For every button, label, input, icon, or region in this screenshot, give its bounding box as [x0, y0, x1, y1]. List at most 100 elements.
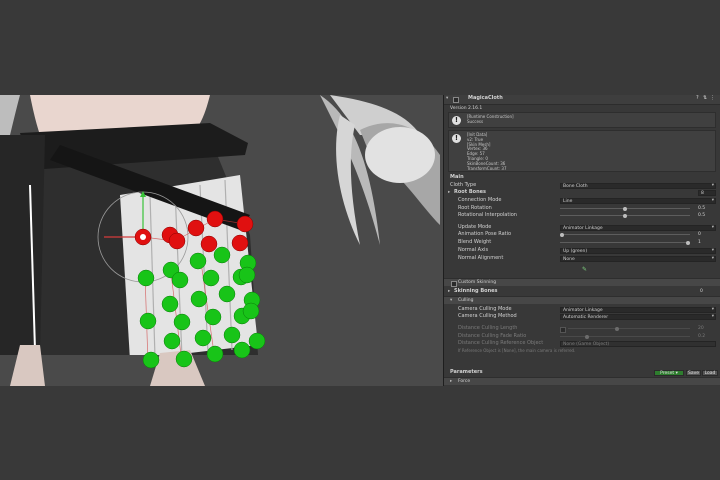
connection-mode-label: Connection Mode: [458, 197, 502, 203]
cloth-type-label: Cloth Type: [450, 182, 477, 188]
custom-skinning-checkbox[interactable]: [451, 280, 457, 287]
distance-culling-ref-label: Distance Culling Reference Object: [458, 340, 544, 346]
rotational-interpolation-row: Rotational Interpolation 0.5: [444, 212, 720, 219]
normal-axis-dropdown[interactable]: Up (green): [560, 247, 716, 254]
status-help-box: ! [Runtime Construction] Success: [448, 112, 716, 128]
normal-edit-row: ✎: [444, 266, 720, 273]
camera-culling-mode-label: Camera Culling Mode: [458, 306, 512, 312]
menu-icon[interactable]: ⋮: [710, 95, 715, 102]
normal-alignment-dropdown[interactable]: None: [560, 255, 716, 262]
edit-pencil-icon[interactable]: ✎: [582, 266, 587, 273]
status-lines: [Runtime Construction] Success: [467, 114, 514, 125]
hair-bow: [365, 127, 435, 183]
preset-button[interactable]: Preset ▾: [654, 369, 684, 376]
parameters-row: Parameters Preset ▾ Save Load: [444, 369, 720, 376]
blend-weight-value[interactable]: 1: [698, 239, 718, 246]
distance-culling-length-row: Distance Culling Length 20: [444, 325, 720, 333]
foldout-arrow-icon[interactable]: ▸: [448, 288, 450, 295]
connection-mode-dropdown[interactable]: Line: [560, 197, 716, 204]
blend-weight-row: Blend Weight 1: [444, 239, 720, 246]
culling-label: Culling: [458, 298, 474, 303]
foldout-arrow-icon[interactable]: ▸: [450, 378, 452, 385]
slider-knob[interactable]: [615, 326, 620, 331]
update-mode-row: Update Mode Animator Linkage: [444, 224, 720, 231]
animation-pose-ratio-label: Animation Pose Ratio: [458, 231, 512, 237]
root-bones-row[interactable]: ▸ Root Bones 8: [444, 189, 720, 196]
root-bones-count[interactable]: 8: [698, 189, 716, 196]
foldout-arrow-icon[interactable]: ▾: [446, 95, 448, 102]
slider-knob[interactable]: [623, 206, 627, 211]
preset-label: Preset: [660, 370, 675, 376]
distance-culling-checkbox[interactable]: [560, 326, 566, 333]
normal-axis-label: Normal Axis: [458, 247, 489, 253]
info-help-box: ! [Init Data] v2: True [Skin Mesh] Verte…: [448, 130, 716, 172]
selected-bone-center: [140, 234, 146, 240]
root-rotation-value[interactable]: 0.5: [698, 205, 718, 212]
foldout-arrow-icon[interactable]: ▾: [450, 297, 452, 304]
distance-culling-fade-slider[interactable]: [560, 333, 690, 340]
culling-note: If Reference Object is [None], the main …: [458, 348, 576, 353]
blend-weight-label: Blend Weight: [458, 239, 492, 245]
update-mode-label: Update Mode: [458, 224, 492, 230]
distance-culling-ref-field[interactable]: None (Game Object): [560, 340, 716, 347]
main-section-title: Main: [444, 174, 720, 181]
cloth-type-row: Cloth Type Bone Cloth: [444, 182, 720, 189]
skinning-bones-row[interactable]: ▸ Skinning Bones 0: [444, 288, 720, 295]
camera-culling-method-dropdown[interactable]: Automatic Renderer: [560, 313, 716, 320]
root-rotation-row: Root Rotation 0.5: [444, 205, 720, 212]
distance-culling-fade-value[interactable]: 0.2: [698, 333, 718, 340]
bottom-letterbox: [0, 386, 720, 480]
rotational-interpolation-slider[interactable]: [560, 212, 690, 219]
slider-knob[interactable]: [686, 240, 690, 245]
foldout-arrow-icon[interactable]: ▸: [448, 189, 450, 196]
version-label: Version 2.16.1: [450, 106, 483, 111]
info-icon: !: [452, 134, 461, 143]
preset-icon[interactable]: ⇅: [703, 95, 707, 102]
component-enabled-checkbox[interactable]: [453, 97, 459, 103]
component-header[interactable]: ▾ MagicaCloth ? ⇅ ⋮: [444, 95, 720, 105]
scene-view[interactable]: [0, 95, 443, 386]
load-button[interactable]: Load: [702, 369, 718, 376]
root-rotation-slider[interactable]: [560, 205, 690, 212]
rotational-interpolation-label: Rotational Interpolation: [458, 212, 517, 218]
custom-skinning-section[interactable]: Custom Skinning: [444, 278, 720, 287]
distance-culling-fade-row: Distance Culling Fade Ratio 0.2: [444, 333, 720, 340]
root-rotation-label: Root Rotation: [458, 205, 492, 211]
normal-alignment-label: Normal Alignment: [458, 255, 504, 261]
slider-knob[interactable]: [623, 213, 627, 218]
cloth-type-dropdown[interactable]: Bone Cloth: [560, 182, 716, 189]
distance-culling-length-slider[interactable]: [568, 325, 690, 332]
top-letterbox: [0, 0, 720, 95]
update-mode-dropdown[interactable]: Animator Linkage: [560, 224, 716, 231]
animation-pose-ratio-value[interactable]: 0: [698, 231, 718, 238]
custom-skinning-label: Custom Skinning: [458, 280, 497, 285]
version-row: Version 2.16.1: [444, 105, 720, 112]
culling-section[interactable]: ▾ Culling: [444, 296, 720, 304]
info-icon: !: [452, 116, 461, 125]
skinning-bones-count[interactable]: 0: [700, 288, 703, 295]
info-line: TransformCount: 37: [467, 165, 507, 171]
camera-culling-mode-row: Camera Culling Mode Animator Linkage: [444, 306, 720, 313]
animation-pose-ratio-slider[interactable]: [560, 231, 690, 238]
force-section[interactable]: ▸ Force: [444, 377, 720, 385]
inspector-panel: ▾ MagicaCloth ? ⇅ ⋮ Version 2.16.1 ! [Ru…: [443, 95, 720, 386]
camera-culling-mode-dropdown[interactable]: Animator Linkage: [560, 306, 716, 313]
camera-culling-method-label: Camera Culling Method: [458, 313, 517, 319]
parameters-label: Parameters: [450, 369, 483, 375]
distance-culling-fade-label: Distance Culling Fade Ratio: [458, 333, 527, 339]
skinning-bones-label: Skinning Bones: [454, 288, 498, 294]
camera-culling-method-row: Camera Culling Method Automatic Renderer: [444, 313, 720, 320]
connection-mode-row: Connection Mode Line: [444, 197, 720, 204]
rotational-interpolation-value[interactable]: 0.5: [698, 212, 718, 219]
save-button[interactable]: Save: [686, 369, 701, 376]
distance-culling-length-value[interactable]: 20: [698, 325, 718, 332]
slider-knob[interactable]: [585, 334, 590, 339]
blend-weight-slider[interactable]: [560, 239, 690, 246]
slider-knob[interactable]: [560, 232, 564, 237]
normal-alignment-row: Normal Alignment None: [444, 255, 720, 262]
culling-note-row: If Reference Object is [None], the main …: [444, 347, 720, 354]
status-line: Success: [467, 118, 484, 124]
help-icon[interactable]: ?: [696, 95, 699, 102]
skirt-left-panel: [0, 135, 45, 355]
info-lines: [Init Data] v2: True [Skin Mesh] Vertex:…: [467, 132, 507, 171]
